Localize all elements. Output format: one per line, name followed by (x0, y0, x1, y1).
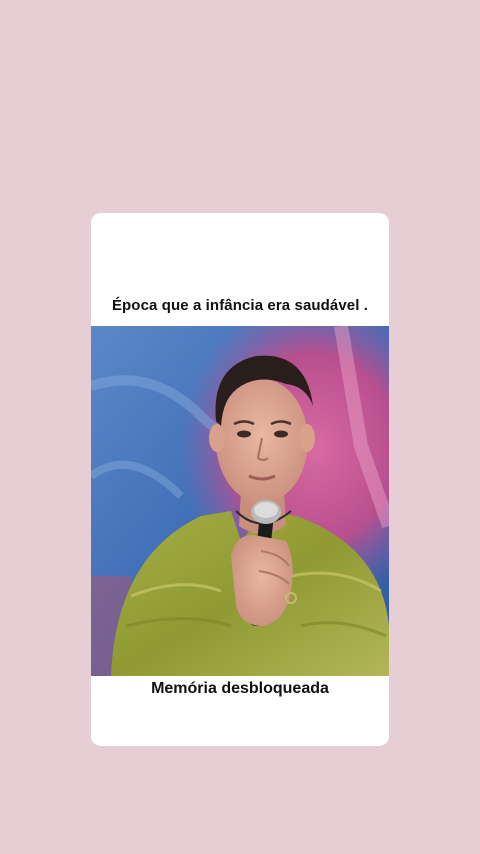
man-with-microphone-image (91, 326, 389, 676)
bottom-caption: Memória desbloqueada (151, 680, 329, 697)
story-screen: Época que a infância era saudável . Memó… (0, 0, 480, 854)
post-card[interactable]: Época que a infância era saudável . Memó… (91, 213, 389, 746)
video-frame[interactable] (91, 326, 389, 676)
top-caption: Época que a infância era saudável . (111, 297, 369, 314)
